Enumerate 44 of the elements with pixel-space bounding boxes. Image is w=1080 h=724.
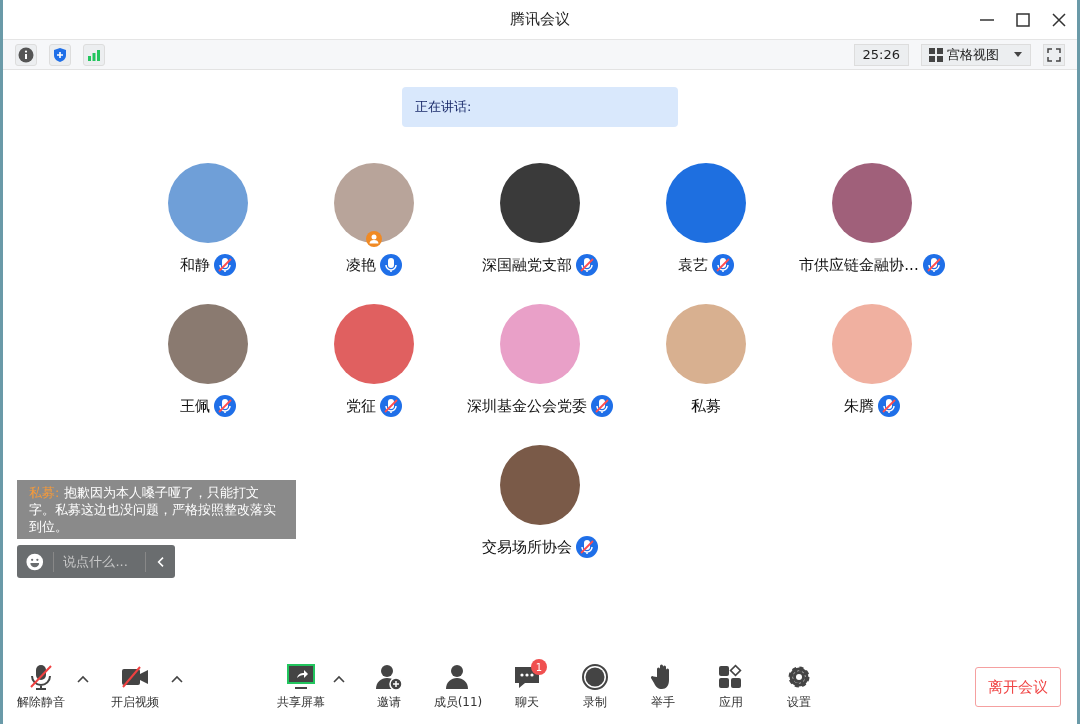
toolbar-button[interactable]: 共享屏幕 (273, 663, 329, 711)
caret-icon[interactable] (333, 675, 345, 683)
chat-message: 私募: 抱歉因为本人嗓子哑了，只能打文字。私募这边也没问题，严格按照整改落实到位。 (29, 484, 277, 535)
window-title: 腾讯会议 (510, 9, 570, 31)
add-person-icon (374, 663, 404, 691)
leave-meeting-button[interactable]: 离开会议 (975, 667, 1061, 707)
dropdown-caret-icon (1013, 51, 1023, 58)
toolbar-button[interactable]: 解除静音 (9, 663, 73, 711)
fullscreen-icon[interactable] (1043, 43, 1065, 66)
participant-name: 深国融党支部 (482, 255, 572, 276)
participant-name: 朱腾 (844, 396, 874, 417)
chat-input-bar[interactable]: 说点什么... (17, 545, 175, 578)
shield-icon[interactable] (49, 43, 71, 66)
toolbar-button[interactable]: 设置 (771, 663, 827, 711)
grid-icon (929, 47, 943, 62)
participant-name: 凌艳 (346, 255, 376, 276)
view-mode-dropdown[interactable]: 宫格视图 (921, 43, 1031, 66)
caret-icon[interactable] (171, 675, 183, 683)
info-icon[interactable] (15, 43, 37, 66)
toolbar-button[interactable]: 举手 (635, 663, 691, 711)
toolbar-button[interactable]: 邀请 (361, 663, 417, 711)
participant-name: 市供应链金融协... (799, 255, 919, 276)
toolbar-button[interactable]: 成员(11) (429, 663, 487, 711)
participant-name: 交易场所协会 (482, 537, 572, 558)
toolbar-button[interactable]: 开启视频 (103, 663, 167, 711)
participant-name: 和静 (180, 255, 210, 276)
participant-name: 党征 (346, 396, 376, 417)
chat-input-field[interactable]: 说点什么... (53, 551, 146, 572)
unread-badge: 1 (531, 659, 547, 675)
record-icon (580, 663, 610, 691)
toolbar-button[interactable]: 应用 (703, 663, 759, 711)
share-screen-icon (286, 663, 316, 691)
participant-name: 王佩 (180, 396, 210, 417)
close-icon[interactable] (1051, 12, 1067, 28)
meeting-timer: 25:26 (853, 43, 909, 66)
maximize-icon[interactable] (1015, 12, 1031, 28)
participant-name: 私募 (691, 396, 721, 417)
caret-icon[interactable] (77, 675, 89, 683)
participant-name: 袁艺 (678, 255, 708, 276)
speaking-label: 正在讲话: (415, 98, 472, 117)
participant-name: 深圳基金公会党委 (467, 396, 587, 417)
smiley-icon[interactable] (26, 551, 44, 572)
collapse-chevron-icon[interactable] (156, 555, 165, 568)
toolbar-button[interactable]: 录制 (567, 663, 623, 711)
